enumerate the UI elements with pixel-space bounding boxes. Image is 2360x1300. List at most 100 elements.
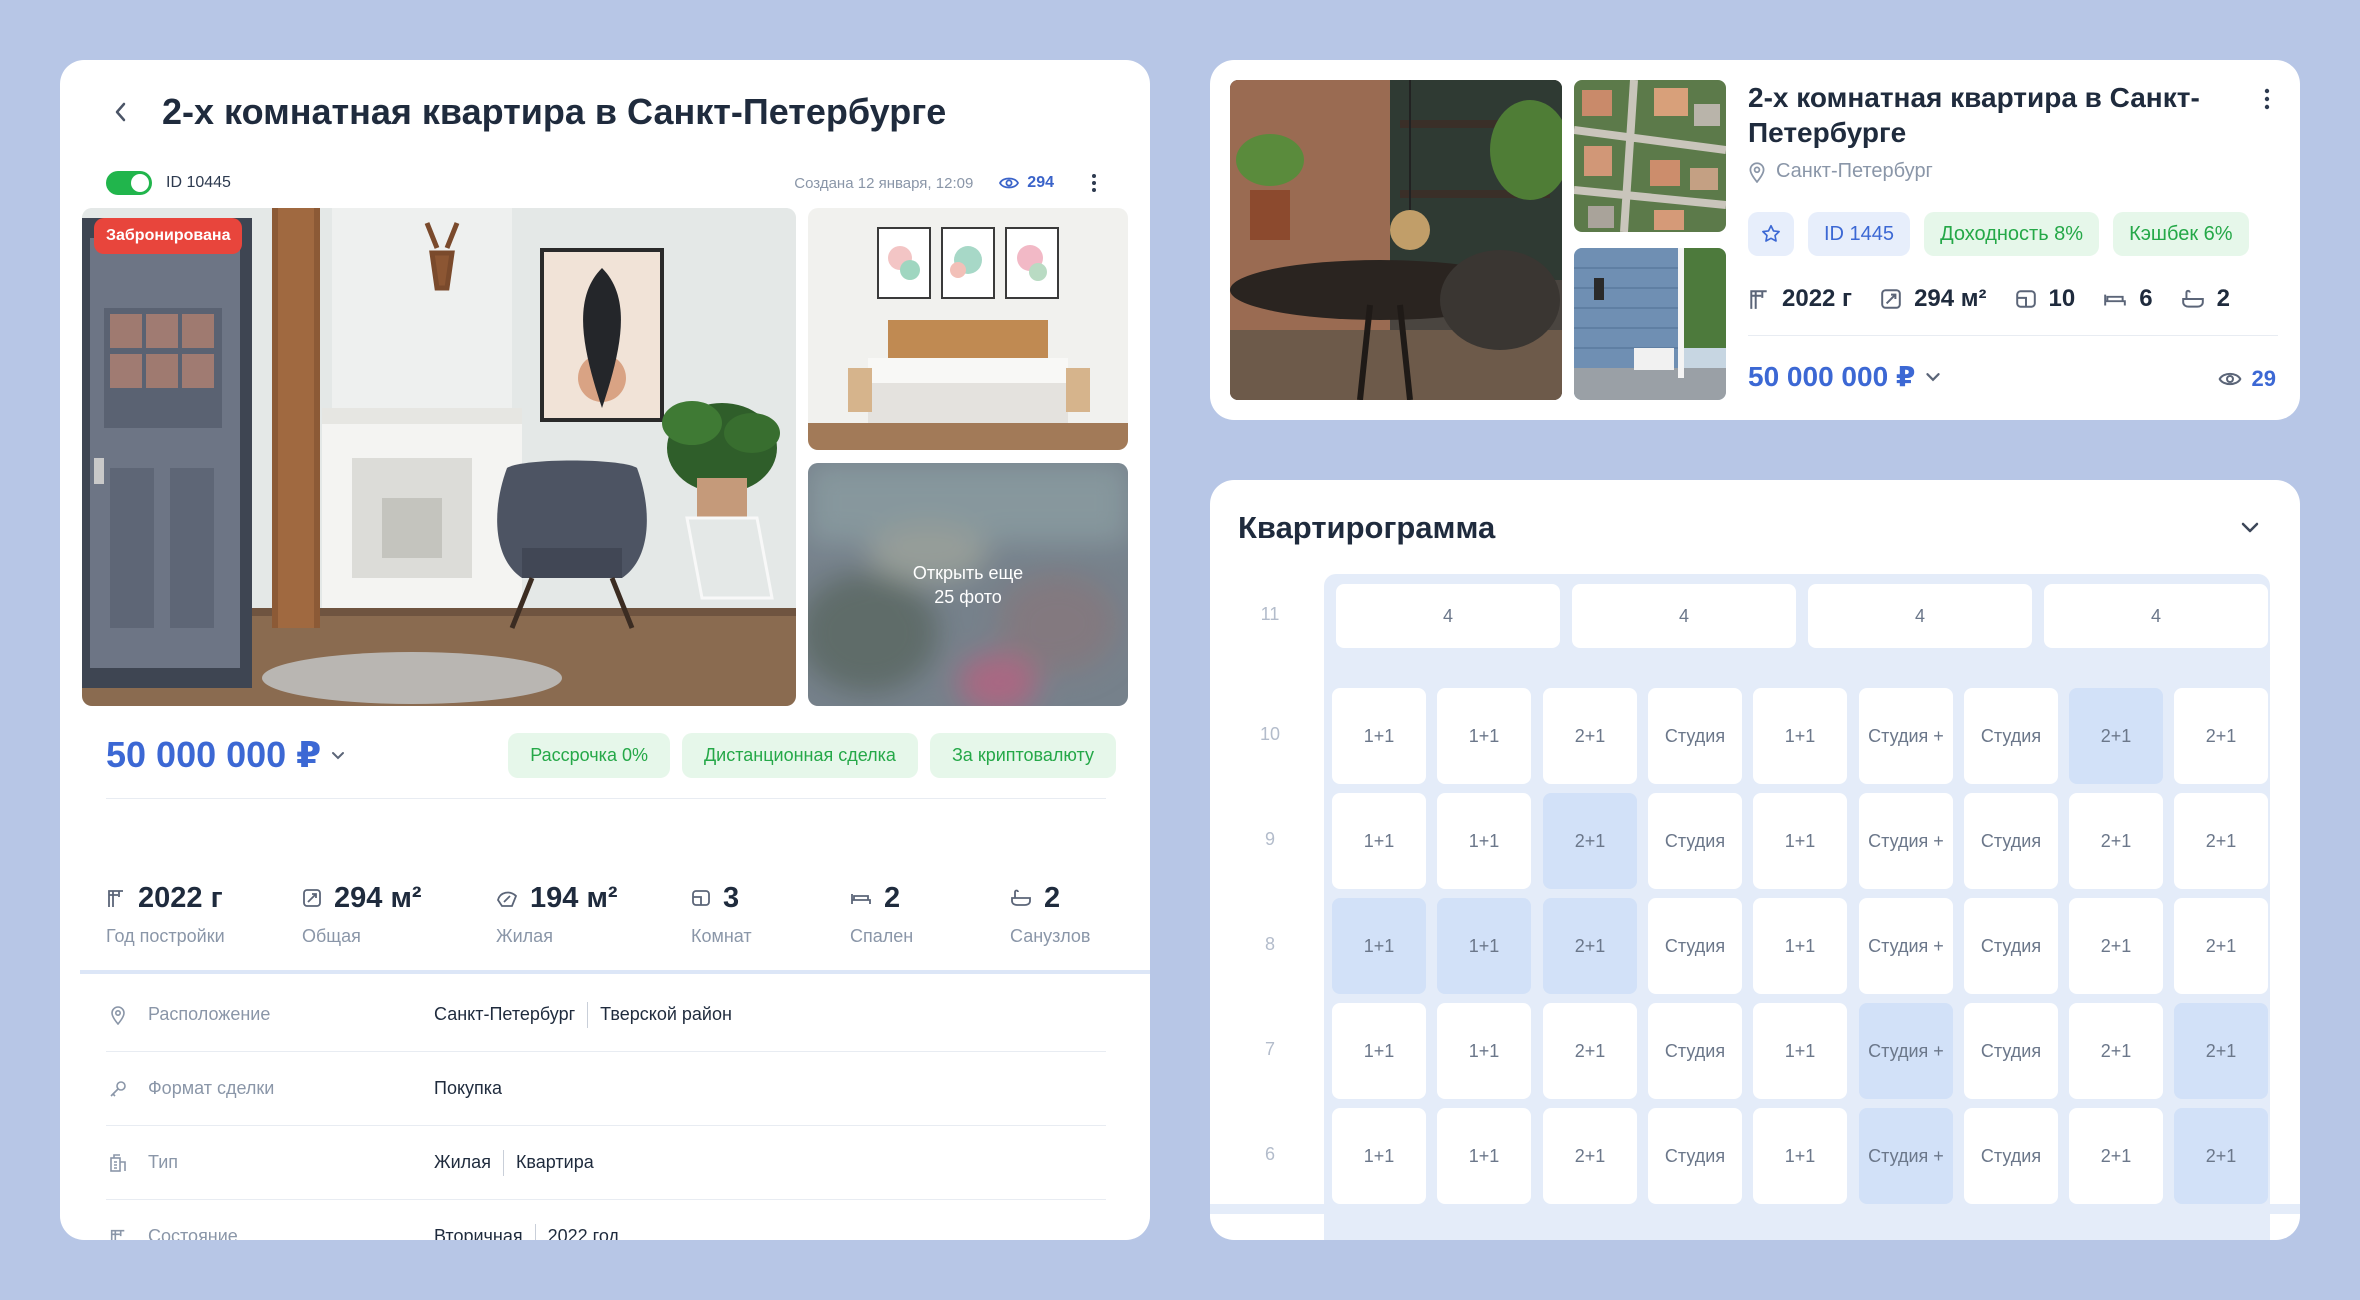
apartment-cell[interactable]: 2+1 [2174,793,2268,889]
apartment-cell[interactable]: 2+1 [1543,688,1637,784]
apartment-cell[interactable]: 1+1 [1332,793,1426,889]
listing-detail-card: 2-х комнатная квартира в Санкт-Петербург… [60,60,1150,1240]
area-icon [303,889,321,907]
more-vertical-icon [1092,174,1096,192]
apartment-cell[interactable]: 1+1 [1753,898,1847,994]
apartment-cell[interactable]: 2+1 [2174,1108,2268,1204]
apartment-cell[interactable]: Студия + [1859,793,1953,889]
card-stats: 2022 г 294 м² 10 6 2 [1748,285,2258,313]
card-city: Санкт-Петербург [1776,160,1933,182]
key-icon [110,1080,126,1097]
stat-label: Жилая [496,926,553,946]
publish-toggle[interactable] [106,171,152,195]
apartment-cell[interactable]: Студия [1964,793,2058,889]
apartment-cell[interactable]: 2+1 [1543,1108,1637,1204]
card-title[interactable]: 2-х комнатная квартира в Санкт-Петербург… [1748,80,2218,150]
listing-preview-card[interactable]: 2-х комнатная квартира в Санкт-Петербург… [1210,60,2300,420]
apartment-cell[interactable]: 4 [1572,584,1796,648]
apartment-cell[interactable]: Студия [1648,793,1742,889]
info-key: Состояние [148,1226,238,1240]
card-views-count: 29 [2251,366,2276,391]
apartment-cell[interactable]: 2+1 [2069,1003,2163,1099]
apartment-cell[interactable]: 1+1 [1332,898,1426,994]
price-value: 50 000 000 ₽ [106,734,322,775]
apartment-cell[interactable]: 2+1 [2174,1003,2268,1099]
apartment-cell[interactable]: Студия [1964,688,2058,784]
apartment-cell[interactable]: 1+1 [1753,793,1847,889]
apartment-cell[interactable]: 1+1 [1753,688,1847,784]
apartment-cell[interactable]: 2+1 [2174,898,2268,994]
card-price-dropdown[interactable]: 50 000 000 ₽ [1748,360,1941,393]
price-dropdown[interactable]: 50 000 000 ₽ [106,734,345,776]
card-stat-value: 2022 г [1782,285,1853,312]
apartment-cell[interactable]: Студия + [1859,688,1953,784]
open-more-photos[interactable]: Открыть еще 25 фото [808,463,1128,706]
apartment-cell[interactable]: Студия [1964,1003,2058,1099]
apartment-cell[interactable]: 1+1 [1332,688,1426,784]
preview-photo-interior[interactable] [1230,80,1562,400]
stat-value: 2022 г [138,881,223,914]
apartment-cell[interactable]: 2+1 [2069,688,2163,784]
preview-photo-aerial[interactable] [1574,80,1726,232]
more-menu-button[interactable] [1082,169,1106,197]
apartment-cell[interactable]: 4 [1808,584,2032,648]
stat-label: Комнат [691,926,752,946]
cashback-tag: Кэшбек 6% [2113,212,2249,256]
info-key: Формат сделки [148,1078,275,1098]
floor-label: 10 [1259,724,1281,744]
chevron-down-icon [1926,372,1941,381]
info-value: Покупка [434,1078,503,1098]
apartment-cell[interactable]: Студия [1648,898,1742,994]
created-date: Создана 12 января, 12:09 [794,174,974,192]
apartment-cell[interactable]: 2+1 [2069,793,2163,889]
apartment-cell[interactable]: 1+1 [1437,898,1531,994]
stat-value: 3 [723,881,740,914]
apartment-cell[interactable]: Студия [1648,688,1742,784]
apartment-cell[interactable]: 2+1 [1543,1003,1637,1099]
apartment-cell[interactable]: Студия [1964,1108,2058,1204]
preview-photo-porch[interactable] [1574,248,1726,400]
apartment-cell[interactable]: 4 [1336,584,1560,648]
apartment-cell[interactable]: 1+1 [1437,1003,1531,1099]
apartment-cell[interactable]: 1+1 [1753,1108,1847,1204]
apartment-cell[interactable]: 4 [2044,584,2268,648]
views-count: 294 [1027,174,1054,191]
collapse-button[interactable] [2240,520,2260,538]
apartment-cell[interactable]: 2+1 [2174,688,2268,784]
info-key: Тип [148,1152,179,1172]
apartment-cell[interactable]: 1+1 [1332,1003,1426,1099]
back-button[interactable] [100,92,140,132]
favorite-button[interactable] [1748,212,1794,256]
apartment-cell[interactable]: Студия [1648,1003,1742,1099]
apartment-cell[interactable]: 1+1 [1753,1003,1847,1099]
apartment-cell[interactable]: Студия [1648,1108,1742,1204]
status-badge: Забронирована [94,218,243,254]
info-row-condition: Состояние Вторичная 2022 год [106,1200,1106,1240]
apartment-cell[interactable]: Студия + [1859,1003,1953,1099]
apartment-cell[interactable]: 1+1 [1437,793,1531,889]
apartment-cell[interactable]: Студия [1964,898,2058,994]
views-counter: 294 [999,174,1054,192]
card-stat-value: 294 м² [1914,285,1987,312]
bedroom-photo[interactable] [808,208,1128,450]
apartment-cell[interactable]: 1+1 [1437,688,1531,784]
info-row-deal-format: Формат сделки Покупка [106,1052,1106,1126]
info-value: Вторичная [434,1226,523,1240]
apartment-cell[interactable]: 1+1 [1437,1108,1531,1204]
crane-icon [108,890,123,907]
card-more-button[interactable] [2264,88,2270,115]
apartment-cell[interactable]: 2+1 [2069,1108,2163,1204]
apartment-cell[interactable]: Студия + [1859,1108,1953,1204]
card-stat-value: 10 [2048,285,2076,312]
apartment-cell[interactable]: 2+1 [2069,898,2163,994]
apartment-cell[interactable]: 2+1 [1543,898,1637,994]
stat-label: Общая [302,926,361,946]
apartment-cell[interactable]: Студия + [1859,898,1953,994]
living-area-icon [497,891,518,907]
apartment-cell[interactable]: 2+1 [1543,793,1637,889]
yield-tag: Доходность 8% [1924,212,2100,256]
chevron-left-icon [115,102,126,122]
main-photo[interactable]: Забронирована [82,208,796,706]
apartment-cell[interactable]: 1+1 [1332,1108,1426,1204]
card-stat-bedrooms: 6 [2103,285,2153,313]
